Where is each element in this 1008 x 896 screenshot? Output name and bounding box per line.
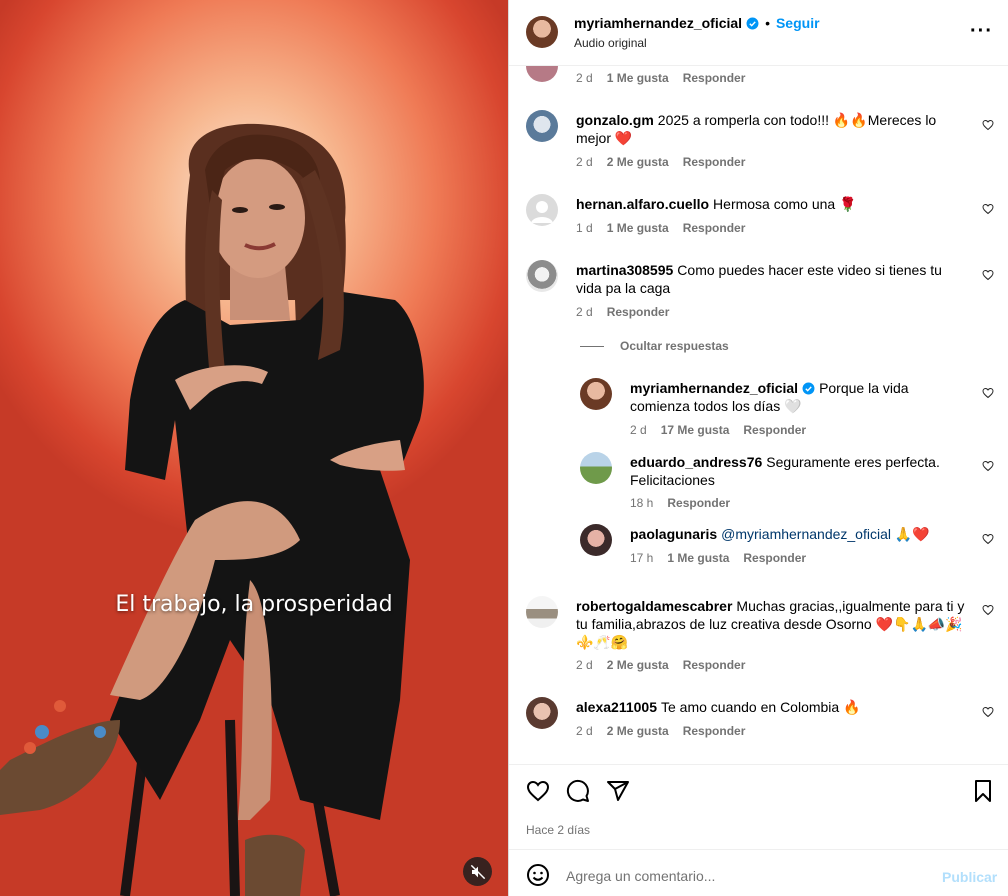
like-comment-heart-icon[interactable] xyxy=(982,203,994,215)
like-comment-heart-icon[interactable] xyxy=(982,604,994,616)
mute-toggle-button[interactable] xyxy=(463,857,492,886)
comment-age: 2 d xyxy=(576,71,593,85)
reply-body: eduardo_andress76 Seguramente eres perfec… xyxy=(630,453,970,489)
comment-likes[interactable]: 2 Me gusta xyxy=(607,724,669,738)
save-bookmark-icon[interactable] xyxy=(971,779,995,803)
comment-avatar[interactable] xyxy=(526,596,558,628)
reply-age: 18 h xyxy=(630,496,654,510)
hide-replies-divider xyxy=(580,346,604,347)
more-options-icon[interactable]: ··· xyxy=(970,20,993,43)
comment-bubble-icon[interactable] xyxy=(566,779,590,803)
default-user-icon xyxy=(531,201,553,223)
comment-reply-button[interactable]: Responder xyxy=(607,305,670,319)
comment-reply-button[interactable]: Responder xyxy=(683,658,746,672)
comment-body: hernan.alfaro.cuello Hermosa como una 🌹 xyxy=(576,195,966,213)
comment-age: 2 d xyxy=(576,305,593,319)
comment-username[interactable]: gonzalo.gm xyxy=(576,112,654,128)
reply-age: 17 h xyxy=(630,551,654,565)
comment-input[interactable]: Agrega un comentario... xyxy=(566,868,715,884)
comment-body: martina308595 Como puedes hacer este vide… xyxy=(576,261,971,297)
reply-reply-button[interactable]: Responder xyxy=(743,551,806,565)
comment-avatar[interactable] xyxy=(526,194,558,226)
reply-body: myriamhernandez_oficial Porque la vida co… xyxy=(630,379,970,415)
comment-meta: 1 d 1 Me gusta Responder xyxy=(576,221,745,235)
author-username[interactable]: myriamhernandez_oficial xyxy=(574,15,742,31)
like-reply-heart-icon[interactable] xyxy=(982,387,994,399)
comment-text: Te amo cuando en Colombia 🔥 xyxy=(660,699,861,715)
verified-badge-icon xyxy=(802,382,815,395)
speaker-muted-icon xyxy=(470,864,485,879)
audio-label[interactable]: Audio original xyxy=(574,36,647,50)
reply-username[interactable]: paolagunaris xyxy=(630,526,717,542)
reply-reply-button[interactable]: Responder xyxy=(667,496,730,510)
comment-reply-button[interactable]: Responder xyxy=(683,724,746,738)
like-heart-icon[interactable] xyxy=(526,779,550,803)
reply-avatar[interactable] xyxy=(580,524,612,556)
comment-reply-button[interactable]: Responder xyxy=(683,71,746,85)
comment-avatar[interactable] xyxy=(526,66,558,82)
hide-replies-button[interactable]: Ocultar respuestas xyxy=(620,339,729,353)
comment-reply-button[interactable]: Responder xyxy=(683,155,746,169)
comment-avatar[interactable] xyxy=(526,110,558,142)
comment-likes[interactable]: 2 Me gusta xyxy=(607,155,669,169)
video-frame-illustration xyxy=(0,123,424,896)
comment-reply-button[interactable]: Responder xyxy=(683,221,746,235)
comment-meta: 2 d 2 Me gusta Responder xyxy=(576,658,745,672)
comment-composer: Agrega un comentario... Publicar xyxy=(509,849,1008,896)
reply-body: paolagunaris @myriamhernandez_oficial 🙏❤️ xyxy=(630,525,970,543)
reply-reply-button[interactable]: Responder xyxy=(743,423,806,437)
comment-meta: 2 d Responder xyxy=(576,305,669,319)
comment-body: alexa211005 Te amo cuando en Colombia 🔥 xyxy=(576,698,966,716)
reply-avatar[interactable] xyxy=(580,378,612,410)
like-reply-heart-icon[interactable] xyxy=(982,460,994,472)
comment-username[interactable]: robertogaldamescabrer xyxy=(576,598,732,614)
comment-age: 2 d xyxy=(576,724,593,738)
comment-likes[interactable]: 1 Me gusta xyxy=(607,71,669,85)
comment-username[interactable]: martina308595 xyxy=(576,262,673,278)
video-subtitle: El trabajo, la prosperidad xyxy=(115,592,393,617)
post-actions-bar: Hace 2 días xyxy=(509,764,1008,849)
separator-dot: • xyxy=(765,15,770,31)
comment-body: robertogaldamescabrer Muchas gracias,,igu… xyxy=(576,597,971,651)
reply-username[interactable]: eduardo_andress76 xyxy=(630,454,762,470)
emoji-picker-icon[interactable] xyxy=(526,863,550,887)
like-comment-heart-icon[interactable] xyxy=(982,269,994,281)
comment-meta: 2 d 2 Me gusta Responder xyxy=(576,155,745,169)
author-avatar[interactable] xyxy=(526,16,558,48)
like-comment-heart-icon[interactable] xyxy=(982,119,994,131)
comment-meta: 2 d 1 Me gusta Responder xyxy=(576,71,745,85)
comment-avatar[interactable] xyxy=(526,697,558,729)
reply-likes[interactable]: 1 Me gusta xyxy=(667,551,729,565)
publish-button[interactable]: Publicar xyxy=(942,869,997,885)
reply-text: @myriamhernandez_oficial 🙏❤️ xyxy=(721,526,930,542)
post-header: myriamhernandez_oficial • Seguir Audio ori… xyxy=(509,0,1008,66)
reply-meta: 18 h Responder xyxy=(630,496,730,510)
reply-avatar[interactable] xyxy=(580,452,612,484)
comment-username[interactable]: hernan.alfaro.cuello xyxy=(576,196,709,212)
comment-age: 1 d xyxy=(576,221,593,235)
comments-list[interactable]: 2 d 1 Me gusta Responder gonzalo.gm 2025 a … xyxy=(509,66,1008,764)
reply-username[interactable]: myriamhernandez_oficial xyxy=(630,380,798,396)
comment-age: 2 d xyxy=(576,658,593,672)
like-comment-heart-icon[interactable] xyxy=(982,706,994,718)
reply-meta: 17 h 1 Me gusta Responder xyxy=(630,551,806,565)
comment-username[interactable]: alexa211005 xyxy=(576,699,657,715)
share-send-icon[interactable] xyxy=(606,779,630,803)
comment-body: gonzalo.gm 2025 a romperla con todo!!! 🔥🔥… xyxy=(576,111,966,147)
video-player[interactable]: El trabajo, la prosperidad xyxy=(0,0,508,896)
comment-likes[interactable]: 1 Me gusta xyxy=(607,221,669,235)
verified-badge-icon xyxy=(746,17,759,30)
post-side-panel: myriamhernandez_oficial • Seguir Audio ori… xyxy=(508,0,1008,896)
post-time-ago[interactable]: Hace 2 días xyxy=(526,823,590,837)
comment-meta: 2 d 2 Me gusta Responder xyxy=(576,724,745,738)
like-reply-heart-icon[interactable] xyxy=(982,533,994,545)
reply-meta: 2 d 17 Me gusta Responder xyxy=(630,423,806,437)
comment-text: Hermosa como una 🌹 xyxy=(713,196,857,212)
comment-avatar[interactable] xyxy=(526,260,558,292)
reply-age: 2 d xyxy=(630,423,647,437)
reply-likes[interactable]: 17 Me gusta xyxy=(661,423,730,437)
comment-likes[interactable]: 2 Me gusta xyxy=(607,658,669,672)
follow-button[interactable]: Seguir xyxy=(776,15,820,31)
comment-age: 2 d xyxy=(576,155,593,169)
